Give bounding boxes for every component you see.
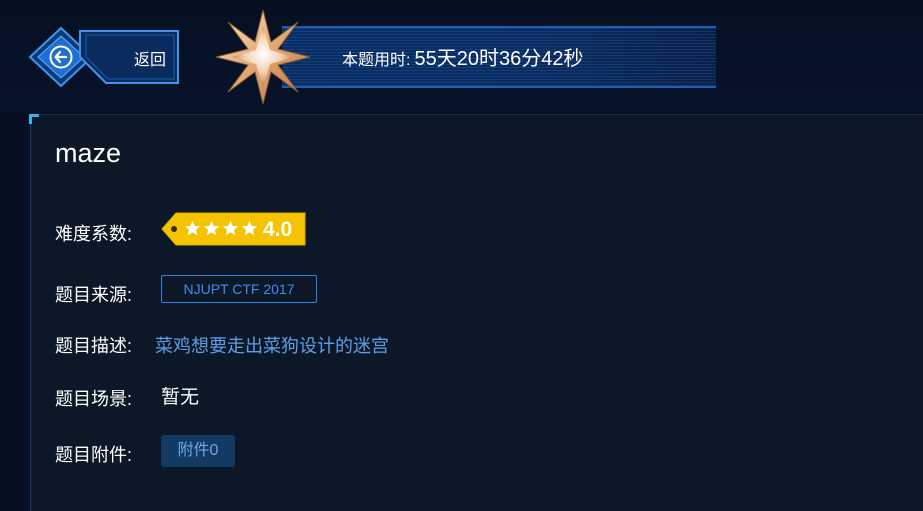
star-medal-icon <box>215 9 311 105</box>
difficulty-value: 4.0 <box>263 218 293 241</box>
star-icon <box>241 220 258 236</box>
difficulty-label: 难度系数: <box>55 224 133 244</box>
scene-label: 题目场景: <box>55 389 133 409</box>
difficulty-stars <box>184 220 258 237</box>
back-button[interactable]: 返回 <box>28 26 180 88</box>
attachment-button[interactable]: 附件0 <box>161 435 235 467</box>
source-label: 题目来源: <box>55 285 133 305</box>
attachment-label: 题目附件: <box>55 445 133 465</box>
source-tag: NJUPT CTF 2017 <box>161 275 317 303</box>
timer-readout: 本题用时: 55天20时36分42秒 <box>342 42 583 70</box>
star-icon <box>222 220 239 236</box>
panel-corner-accent <box>29 114 39 124</box>
star-icon <box>184 220 201 236</box>
star-icon <box>203 220 220 236</box>
back-button-label: 返回 <box>133 52 166 69</box>
timer-value: 55天20时36分42秒 <box>414 48 584 70</box>
challenge-title: maze <box>55 138 122 168</box>
description-text: 菜鸡想要走出菜狗设计的迷宫 <box>155 336 389 356</box>
description-label: 题目描述: <box>55 336 133 356</box>
timer-label: 本题用时: <box>342 52 411 69</box>
scene-value: 暂无 <box>161 387 200 408</box>
arrow-left-icon <box>49 45 73 69</box>
